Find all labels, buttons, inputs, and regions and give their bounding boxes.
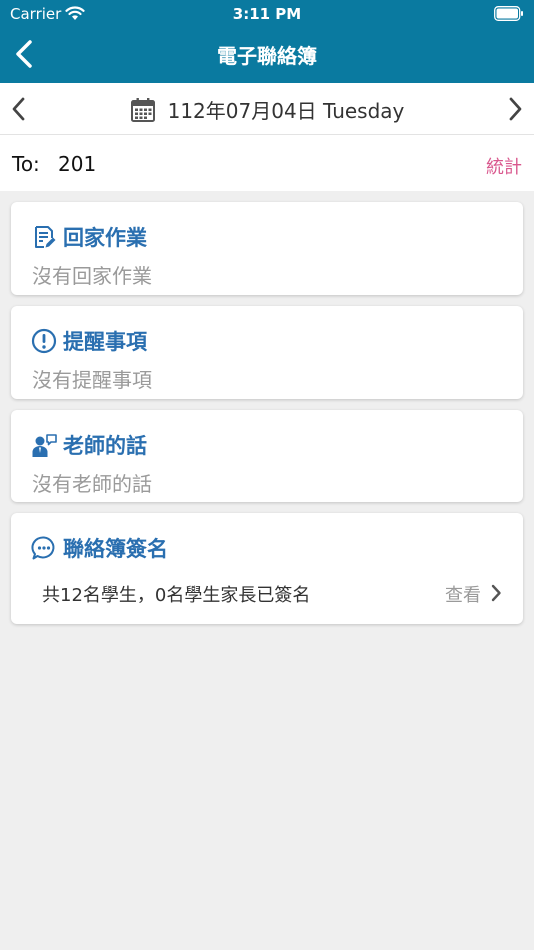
status-time: 3:11 PM bbox=[232, 5, 302, 23]
signature-summary: 共12名學生，0名學生家長已簽名 bbox=[42, 585, 311, 606]
battery-icon bbox=[494, 6, 523, 21]
reminder-title: 提醒事項 bbox=[63, 330, 147, 354]
status-bar: Carrier 3:11 PM bbox=[0, 0, 534, 28]
homework-header: 回家作業 bbox=[31, 222, 147, 252]
teacher-note-title: 老師的話 bbox=[63, 434, 147, 458]
chat-bubble-icon bbox=[31, 536, 55, 560]
teacher-note-header: 老師的話 bbox=[31, 430, 147, 460]
recipient-label: To: bbox=[12, 152, 40, 176]
document-edit-icon bbox=[35, 226, 56, 248]
reminder-header: 提醒事項 bbox=[31, 326, 147, 356]
date-selector: 112年07月04日 Tuesday bbox=[0, 83, 534, 135]
exclamation-circle-icon bbox=[31, 328, 57, 354]
homework-title: 回家作業 bbox=[63, 226, 147, 250]
signature-card: 聯絡簿簽名 共12名學生，0名學生家長已簽名 查看 bbox=[11, 513, 523, 624]
signature-title: 聯絡簿簽名 bbox=[63, 537, 168, 561]
signature-summary-row[interactable]: 共12名學生，0名學生家長已簽名 查看 bbox=[11, 579, 523, 609]
teacher-note-card[interactable]: 老師的話 沒有老師的話 bbox=[11, 410, 523, 502]
recipient-bar: To: 201 統計 bbox=[0, 135, 534, 191]
calendar-icon bbox=[130, 97, 155, 122]
date-display[interactable]: 112年07月04日 Tuesday bbox=[0, 95, 534, 124]
view-signatures-link[interactable]: 查看 bbox=[445, 581, 481, 607]
reminder-card[interactable]: 提醒事項 沒有提醒事項 bbox=[11, 306, 523, 399]
app-header: Carrier 3:11 PM 電子聯絡簿 bbox=[0, 0, 534, 83]
teacher-speech-icon bbox=[32, 434, 57, 457]
teacher-note-body: 沒有老師的話 bbox=[32, 472, 152, 496]
recipient-class: 201 bbox=[58, 152, 97, 176]
date-text: 112年07月04日 Tuesday bbox=[167, 99, 405, 123]
homework-card[interactable]: 回家作業 沒有回家作業 bbox=[11, 202, 523, 295]
reminder-body: 沒有提醒事項 bbox=[32, 368, 152, 392]
homework-body: 沒有回家作業 bbox=[32, 264, 152, 288]
statistics-link[interactable]: 統計 bbox=[486, 153, 522, 179]
next-day-button[interactable] bbox=[504, 95, 526, 123]
chevron-right-icon bbox=[491, 584, 501, 602]
signature-header: 聯絡簿簽名 bbox=[31, 533, 168, 563]
page-title: 電子聯絡簿 bbox=[217, 44, 317, 68]
